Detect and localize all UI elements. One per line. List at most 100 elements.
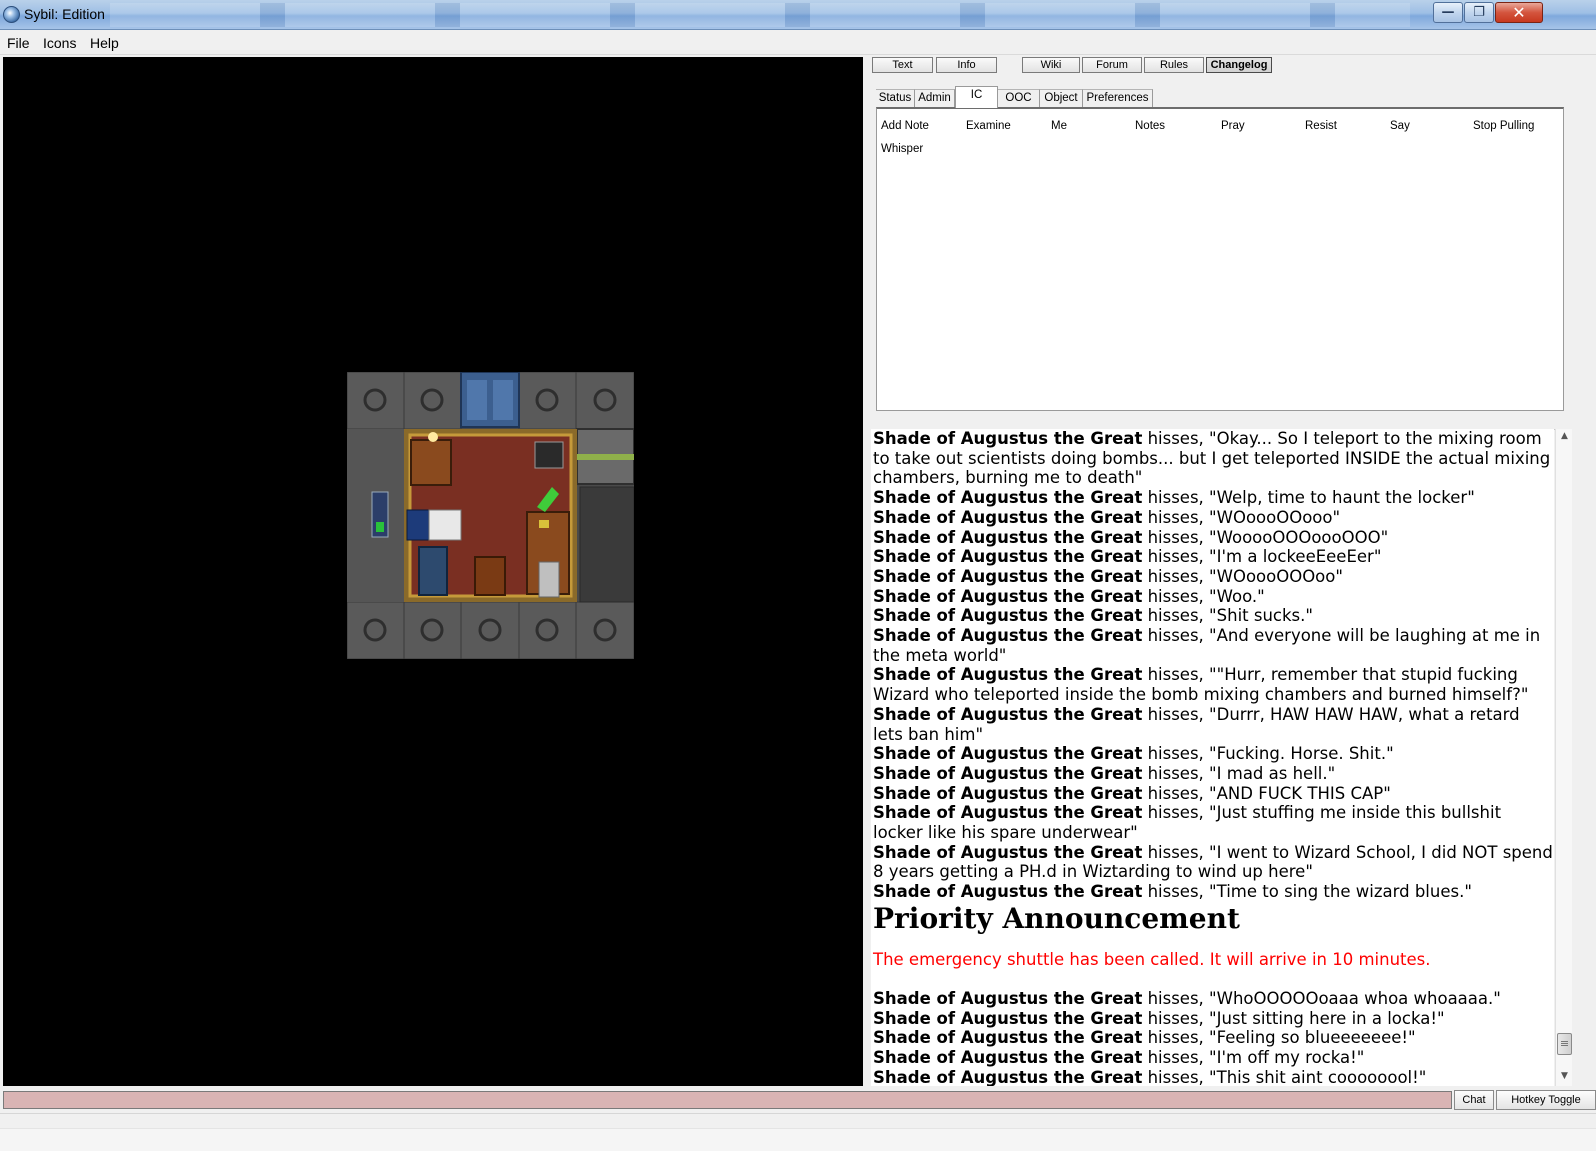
chat-message: Shade of Augustus the Great hisses, "And… [871,626,1554,665]
chat-message: Shade of Augustus the Great hisses, "I w… [871,843,1554,882]
chat-text: "Woo." [1209,586,1265,606]
forum-button[interactable]: Forum [1082,57,1142,73]
chat-verb: hisses, [1142,527,1210,547]
chat-speaker: Shade of Augustus the Great [873,704,1143,724]
chat-verb: hisses, [1142,988,1210,1008]
chat-message: Shade of Augustus the Great hisses, "Who… [871,989,1554,1009]
taskbar-ghost [110,3,1410,27]
chat-speaker: Shade of Augustus the Great [873,988,1143,1008]
verb-say[interactable]: Say [1390,120,1410,132]
verb-pray[interactable]: Pray [1221,120,1245,132]
verb-notes[interactable]: Notes [1135,120,1165,132]
menu-file[interactable]: File [7,35,30,51]
info-button[interactable]: Info [936,57,997,73]
chat-message: Shade of Augustus the Great hisses, "I'm… [871,1048,1554,1068]
chat-message: Shade of Augustus the Great hisses, "Fee… [871,1028,1554,1048]
globe-icon [3,6,20,23]
chat-message: Shade of Augustus the Great hisses, "Wel… [871,488,1554,508]
chat-message: Shade of Augustus the Great hisses, ""Hu… [871,665,1554,704]
minimize-button[interactable]: — [1433,2,1463,23]
verb-whisper[interactable]: Whisper [881,143,923,155]
chat-speaker: Shade of Augustus the Great [873,507,1143,527]
tab-admin[interactable]: Admin [915,89,955,108]
chat-speaker: Shade of Augustus the Great [873,1028,1143,1048]
chat-verb: hisses, [1142,704,1210,724]
window-title: Sybil: Edition [24,6,105,22]
chat-speaker: Shade of Augustus the Great [873,1047,1143,1067]
text-button[interactable]: Text [872,57,933,73]
chat-speaker: Shade of Augustus the Great [873,665,1143,685]
chat-speaker: Shade of Augustus the Great [873,527,1143,547]
tab-preferences[interactable]: Preferences [1083,89,1153,108]
chat-text: "Feeling so blueeeeeee!" [1209,1028,1416,1048]
announcement-text: The emergency shuttle has been called. I… [873,949,1431,969]
chat-text: "Shit sucks." [1209,606,1313,626]
menu-icons[interactable]: Icons [43,35,76,51]
changelog-button[interactable]: Changelog [1206,57,1272,73]
chat-message: Shade of Augustus the Great hisses, "AND… [871,784,1554,804]
chat-button[interactable]: Chat [1454,1090,1494,1110]
chat-speaker: Shade of Augustus the Great [873,586,1143,606]
verb-resist[interactable]: Resist [1305,120,1337,132]
chat-message: Shade of Augustus the Great hisses, "Tim… [871,882,1554,902]
maximize-button[interactable]: ❐ [1464,2,1494,23]
chat-message: Shade of Augustus the Great hisses, "Jus… [871,1009,1554,1029]
verb-add-note[interactable]: Add Note [881,120,929,132]
chat-speaker: Shade of Augustus the Great [873,842,1143,862]
chat-speaker: Shade of Augustus the Great [873,803,1143,823]
chat-message: Shade of Augustus the Great hisses, "Woo… [871,587,1554,607]
chat-scrollbar[interactable]: ▲ ▼ [1555,429,1572,1086]
chat-message: Shade of Augustus the Great hisses, "Shi… [871,606,1554,626]
chat-text: "WOoooOOooo" [1209,507,1341,527]
chat-speaker: Shade of Augustus the Great [873,488,1143,508]
chat-speaker: Shade of Augustus the Great [873,763,1143,783]
menu-bar: File Icons Help [0,30,1596,55]
status-bar-body [0,1128,1596,1151]
scroll-thumb[interactable] [1557,1033,1572,1055]
chat-text: "This shit aint coooooool!" [1209,1067,1427,1086]
chat-verb: hisses, [1142,606,1210,626]
verb-stop-pulling[interactable]: Stop Pulling [1473,120,1534,132]
chat-text: "Time to sing the wizard blues." [1209,882,1472,902]
chat-output[interactable]: Shade of Augustus the Great hisses, "Oka… [871,429,1554,1086]
chat-speaker: Shade of Augustus the Great [873,547,1143,567]
chat-text: "Just sitting here in a locka!" [1209,1008,1445,1028]
verb-examine[interactable]: Examine [966,120,1011,132]
chat-text: "Welp, time to haunt the locker" [1209,488,1475,508]
wiki-button[interactable]: Wiki [1022,57,1080,73]
chat-verb: hisses, [1142,1047,1210,1067]
chat-verb: hisses, [1142,547,1210,567]
input-bar: Chat Hotkey Toggle [0,1088,1596,1112]
chat-verb: hisses, [1142,665,1210,685]
tab-status[interactable]: Status [876,89,915,108]
command-input[interactable] [3,1091,1452,1109]
chat-text: "AND FUCK THIS CAP" [1209,783,1391,803]
chat-verb: hisses, [1142,803,1210,823]
chat-verb: hisses, [1142,1028,1210,1048]
scroll-up-icon[interactable]: ▲ [1559,431,1570,441]
chat-verb: hisses, [1142,1008,1210,1028]
rules-button[interactable]: Rules [1144,57,1204,73]
chat-speaker: Shade of Augustus the Great [873,606,1143,626]
tab-object[interactable]: Object [1040,89,1083,108]
chat-text: "WhoOOOOOoaaa whoa whoaaaa." [1209,988,1501,1008]
game-map-viewport[interactable] [3,57,863,1086]
verb-panel: Add Note Examine Me Notes Pray Resist Sa… [876,107,1564,411]
tab-ooc[interactable]: OOC [998,89,1040,108]
chat-text: "I'm off my rocka!" [1209,1047,1365,1067]
title-bar[interactable]: Sybil: Edition — ❐ ✕ [0,0,1596,30]
verb-me[interactable]: Me [1051,120,1067,132]
chat-speaker: Shade of Augustus the Great [873,566,1143,586]
scroll-down-icon[interactable]: ▼ [1559,1071,1570,1081]
tab-ic[interactable]: IC [955,86,998,108]
menu-help[interactable]: Help [90,35,119,51]
pane-splitter[interactable] [871,412,1565,430]
chat-message: Shade of Augustus the Great hisses, "I'm… [871,547,1554,567]
hotkey-toggle-button[interactable]: Hotkey Toggle [1496,1090,1596,1110]
chat-verb: hisses, [1142,429,1210,448]
chat-message: Shade of Augustus the Great hisses, "WOo… [871,567,1554,587]
chat-verb: hisses, [1142,744,1210,764]
chat-text: "Fucking. Horse. Shit." [1209,744,1394,764]
chat-speaker: Shade of Augustus the Great [873,1008,1143,1028]
close-button[interactable]: ✕ [1495,2,1543,23]
